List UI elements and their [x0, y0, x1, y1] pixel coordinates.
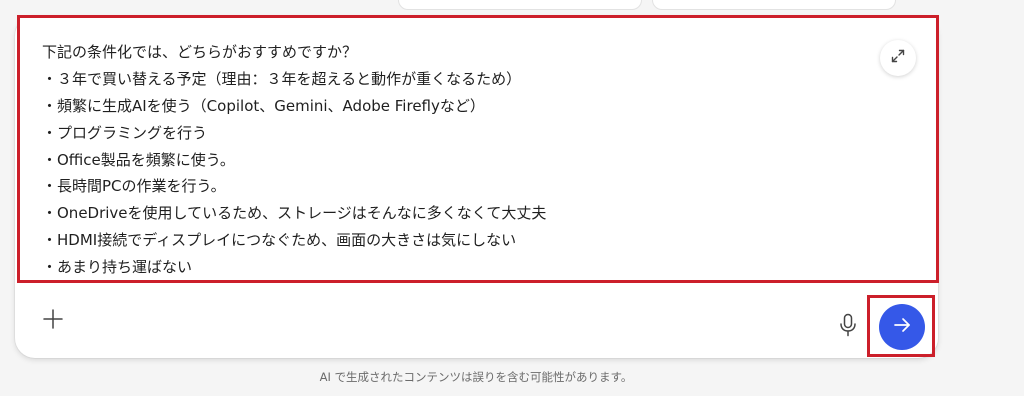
- prompt-line: ・３年で買い替える予定（理由：３年を超えると動作が重くなるため）: [42, 69, 522, 88]
- prompt-line: ・長時間PCの作業を行う。: [42, 177, 226, 196]
- suggestion-chip[interactable]: [398, 0, 642, 10]
- prompt-line: 下記の条件化では、どちらがおすすめですか？: [42, 43, 358, 61]
- microphone-icon: [839, 313, 857, 341]
- plus-icon: [42, 308, 64, 334]
- prompt-line: ・プログラミングを行う: [42, 123, 208, 142]
- prompt-line: ・HDMI接続でディスプレイにつなぐため、画面の大きさは気にしない: [42, 231, 517, 250]
- expand-button[interactable]: [880, 40, 916, 76]
- prompt-input-highlight[interactable]: 下記の条件化では、どちらがおすすめですか？ ・３年で買い替える予定（理由：３年を…: [17, 15, 939, 283]
- prompt-line: ・OneDriveを使用しているため、ストレージはそんなに多くなくて大丈夫: [42, 204, 547, 223]
- prompt-line: ・あまり持ち運ばない: [42, 258, 193, 277]
- expand-icon: [890, 48, 906, 68]
- suggestion-chip[interactable]: [652, 0, 896, 10]
- prompt-input[interactable]: 下記の条件化では、どちらがおすすめですか？ ・３年で買い替える予定（理由：３年を…: [42, 39, 876, 280]
- add-button[interactable]: [40, 308, 66, 334]
- microphone-button[interactable]: [836, 313, 860, 341]
- prompt-line: ・頻繁に生成AIを使う（Copilot、Gemini、Adobe Firefly…: [42, 96, 485, 115]
- arrow-right-icon: [892, 315, 912, 339]
- prompt-line: ・Office製品を頻繁に使う。: [42, 150, 235, 169]
- send-button[interactable]: [879, 304, 925, 350]
- ai-disclaimer: AI で生成されたコンテンツは誤りを含む可能性があります。: [319, 370, 633, 384]
